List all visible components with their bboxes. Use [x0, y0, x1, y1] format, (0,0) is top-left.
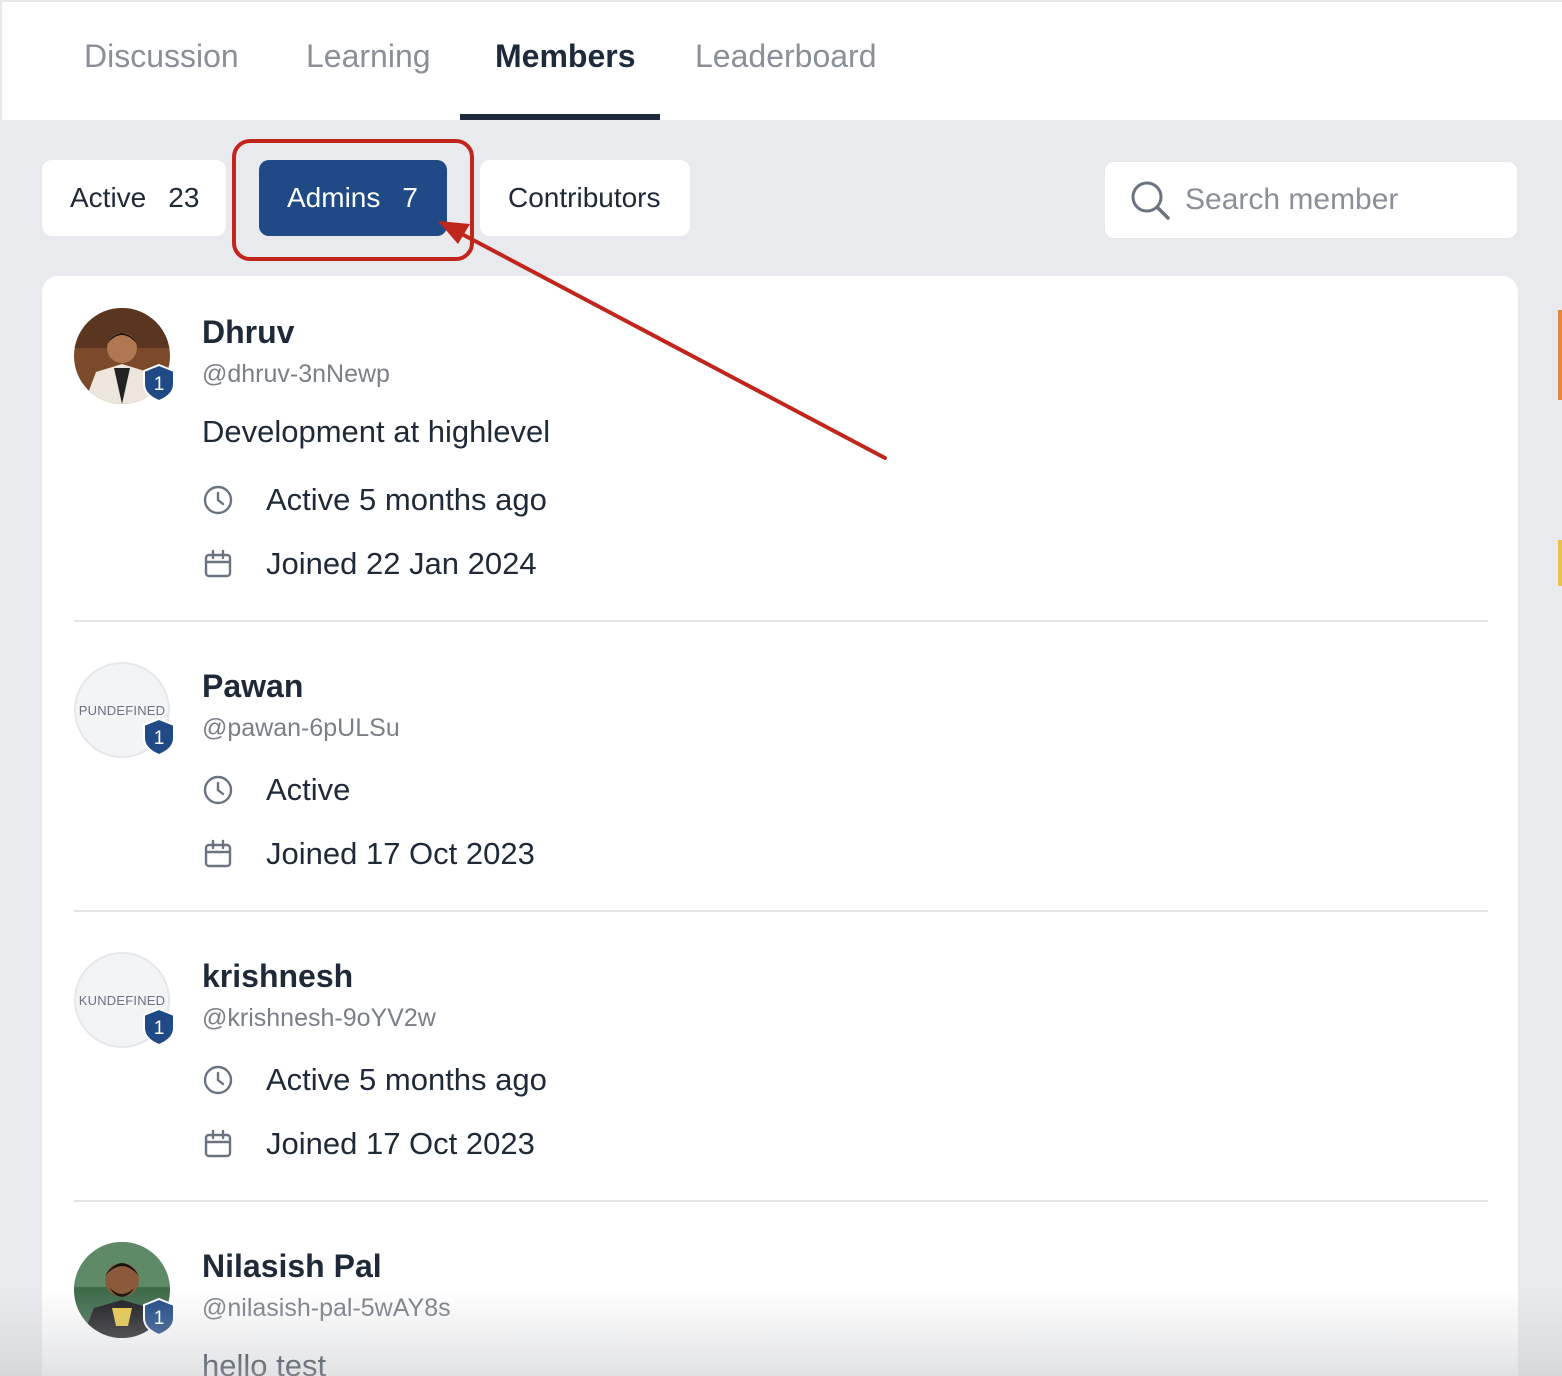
filter-active-label: Active	[70, 182, 147, 213]
divider	[74, 620, 1488, 622]
level-badge: 1	[143, 364, 175, 402]
level-badge-number: 1	[154, 374, 165, 395]
divider	[74, 910, 1488, 912]
tab-leaderboard[interactable]: Leaderboard	[695, 38, 876, 75]
level-badge: 1	[143, 1298, 175, 1336]
filter-active-button[interactable]: Active 23	[42, 160, 226, 236]
member-last-active: Active 5 months ago	[266, 482, 547, 517]
member-handle: @pawan-6pULSu	[202, 714, 400, 742]
filter-active-count: 23	[168, 182, 200, 213]
member-name[interactable]: Dhruv	[202, 314, 294, 351]
search-box	[1104, 161, 1518, 239]
filter-contributors-label: Contributors	[508, 182, 661, 213]
members-list-card: 1 Dhruv @dhruv-3nNewp Development at hig…	[42, 276, 1518, 1376]
member-handle: @dhruv-3nNewp	[202, 360, 390, 388]
edge-scroll-mark	[1558, 540, 1562, 586]
member-bio: Development at highlevel	[202, 414, 551, 449]
clock-icon	[203, 775, 233, 805]
calendar-icon	[204, 1129, 232, 1158]
member-joined: Joined 17 Oct 2023	[266, 836, 535, 871]
member-handle: @nilasish-pal-5wAY8s	[202, 1294, 451, 1322]
annotation-highlight-box	[232, 139, 474, 261]
top-tab-bar: Discussion Learning Members Leaderboard	[0, 0, 1562, 120]
level-badge-number: 1	[154, 1308, 165, 1329]
level-badge: 1	[143, 1008, 175, 1046]
avatar-initials: KUNDEFINED	[78, 992, 166, 1008]
member-bio: hello test	[202, 1348, 327, 1376]
active-tab-indicator	[460, 114, 660, 120]
member-name[interactable]: krishnesh	[202, 958, 353, 995]
level-badge-number: 1	[154, 1018, 165, 1039]
member-name[interactable]: Pawan	[202, 668, 303, 705]
member-handle: @krishnesh-9oYV2w	[202, 1004, 436, 1032]
divider	[74, 1200, 1488, 1202]
level-badge-number: 1	[154, 728, 165, 749]
calendar-icon	[204, 549, 232, 578]
filter-contributors-button[interactable]: Contributors	[480, 160, 690, 236]
search-icon	[1131, 181, 1170, 220]
member-joined: Joined 17 Oct 2023	[266, 1126, 535, 1161]
search-input[interactable]	[1185, 183, 1515, 217]
avatar-initials: PUNDEFINED	[78, 702, 166, 718]
calendar-icon	[204, 839, 232, 868]
clock-icon	[203, 485, 233, 515]
tab-learning[interactable]: Learning	[306, 38, 431, 75]
member-last-active: Active	[266, 772, 351, 807]
member-name[interactable]: Nilasish Pal	[202, 1248, 382, 1285]
clock-icon	[203, 1065, 233, 1095]
tab-members[interactable]: Members	[495, 38, 636, 75]
member-joined: Joined 22 Jan 2024	[266, 546, 537, 581]
level-badge: 1	[143, 718, 175, 756]
member-last-active: Active 5 months ago	[266, 1062, 547, 1097]
tab-discussion[interactable]: Discussion	[84, 38, 239, 75]
edge-scroll-mark	[1558, 310, 1562, 400]
